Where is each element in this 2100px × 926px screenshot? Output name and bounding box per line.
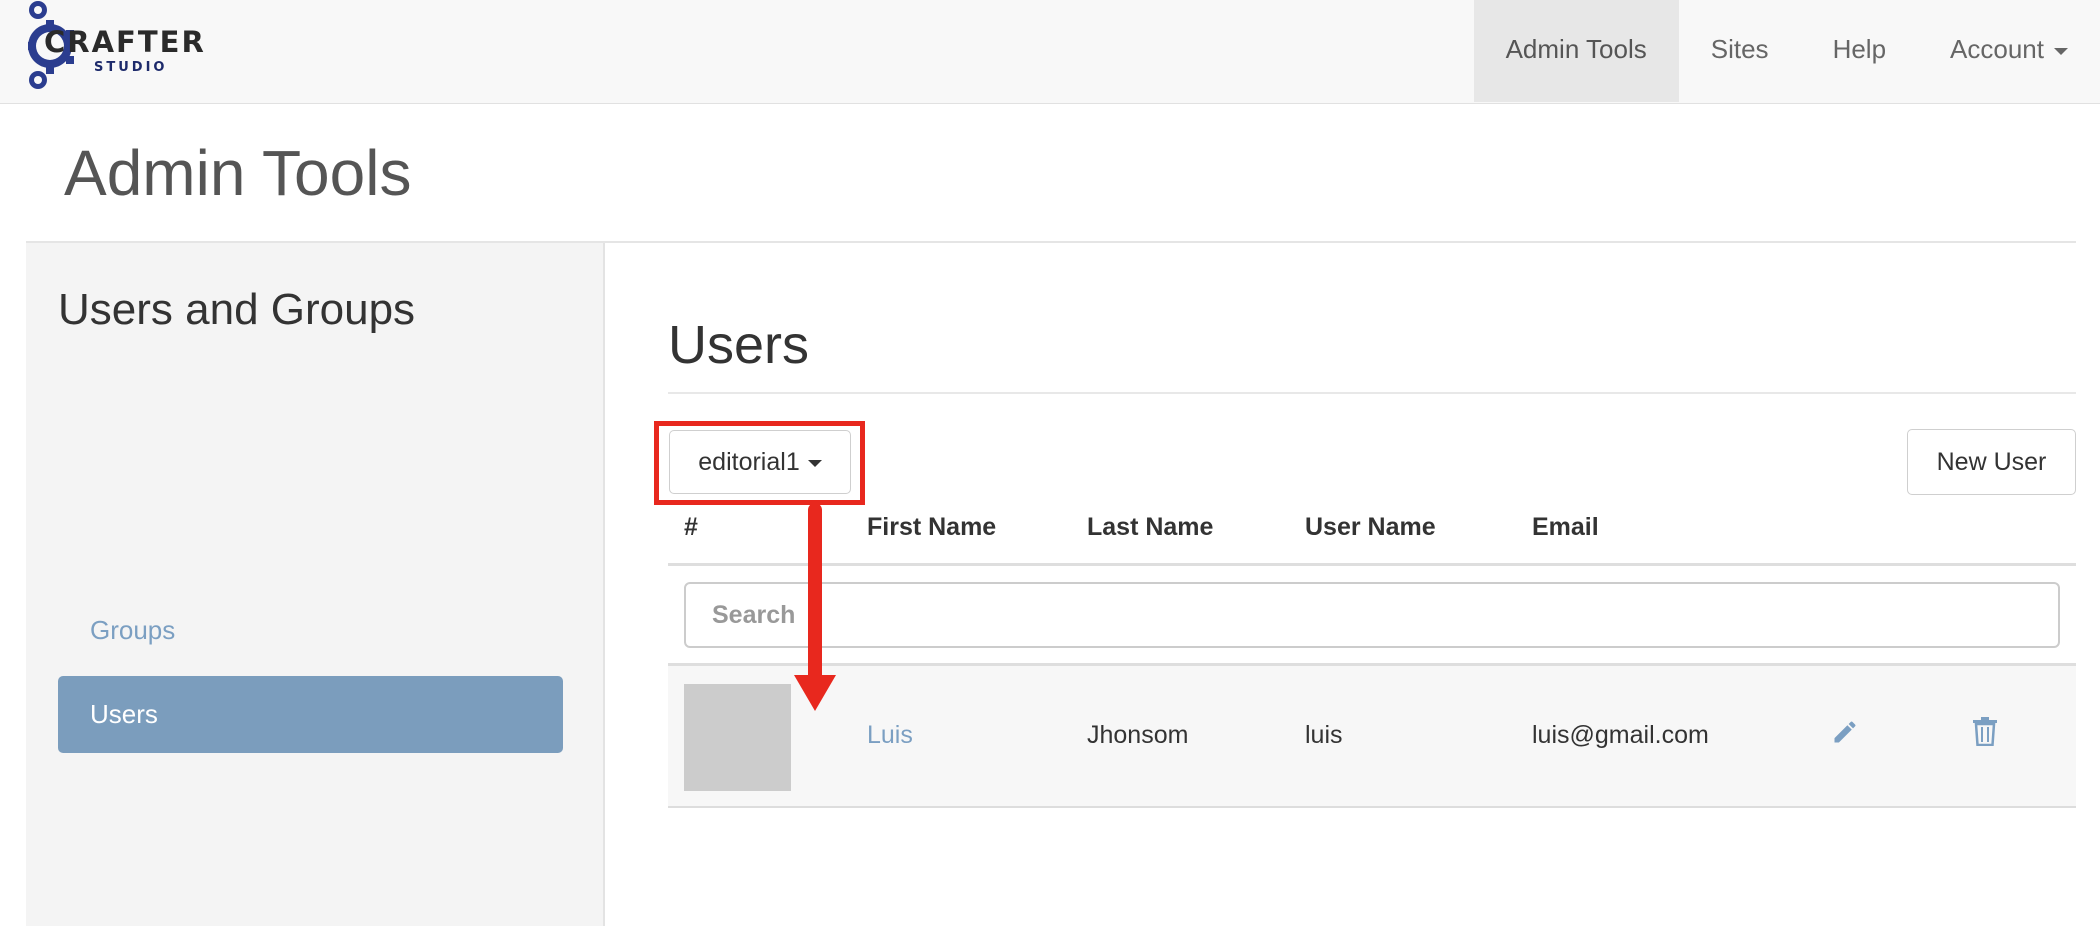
column-header-last-name: Last Name	[1087, 513, 1214, 541]
column-header-user-name: User Name	[1305, 513, 1436, 541]
logo-subtitle: STUDIO	[94, 60, 168, 75]
crafter-studio-logo[interactable]: CRAFTER STUDIO	[22, 0, 204, 92]
delete-user-button[interactable]	[1972, 716, 1998, 751]
email-cell: luis@gmail.com	[1532, 721, 1709, 749]
trash-icon	[1973, 717, 1997, 747]
main-nav: Admin Tools Sites Help Account	[1473, 0, 2100, 102]
last-name-cell: Jhonsom	[1087, 721, 1189, 749]
annotation-highlight-box	[654, 421, 865, 505]
user-name-cell: luis	[1305, 721, 1343, 749]
annotation-arrow	[794, 503, 836, 711]
chevron-down-icon	[2054, 47, 2068, 55]
section-title: Users	[668, 315, 810, 375]
nav-help[interactable]: Help	[1801, 0, 1918, 102]
column-header-email: Email	[1532, 513, 1599, 541]
logo-wordmark: CRAFTER	[44, 25, 206, 59]
nav-account-label: Account	[1950, 34, 2044, 64]
pencil-icon	[1834, 721, 1856, 743]
nav-account[interactable]: Account	[1918, 0, 2100, 102]
table-row: Luis Jhonsom luis luis@gmail.com	[668, 666, 2076, 808]
first-name-link[interactable]: Luis	[867, 721, 913, 750]
avatar	[684, 684, 791, 791]
table-header-divider	[668, 563, 2076, 566]
search-input[interactable]	[684, 582, 2060, 648]
nav-admin-tools[interactable]: Admin Tools	[1473, 0, 1679, 102]
sidebar-heading: Users and Groups	[58, 285, 416, 334]
page-title: Admin Tools	[64, 137, 412, 209]
column-header-first-name: First Name	[867, 513, 997, 541]
sidebar-item-groups[interactable]: Groups	[58, 592, 563, 669]
top-navbar: CRAFTER STUDIO Admin Tools Sites Help Ac…	[0, 0, 2100, 104]
edit-user-button[interactable]	[1831, 718, 1859, 751]
sidebar-item-users[interactable]: Users	[58, 676, 563, 753]
sidebar: Users and Groups Groups Users	[26, 243, 605, 926]
column-header-index: #	[684, 513, 698, 541]
new-user-button[interactable]: New User	[1907, 429, 2076, 495]
nav-sites[interactable]: Sites	[1679, 0, 1801, 102]
section-divider	[668, 392, 2076, 394]
